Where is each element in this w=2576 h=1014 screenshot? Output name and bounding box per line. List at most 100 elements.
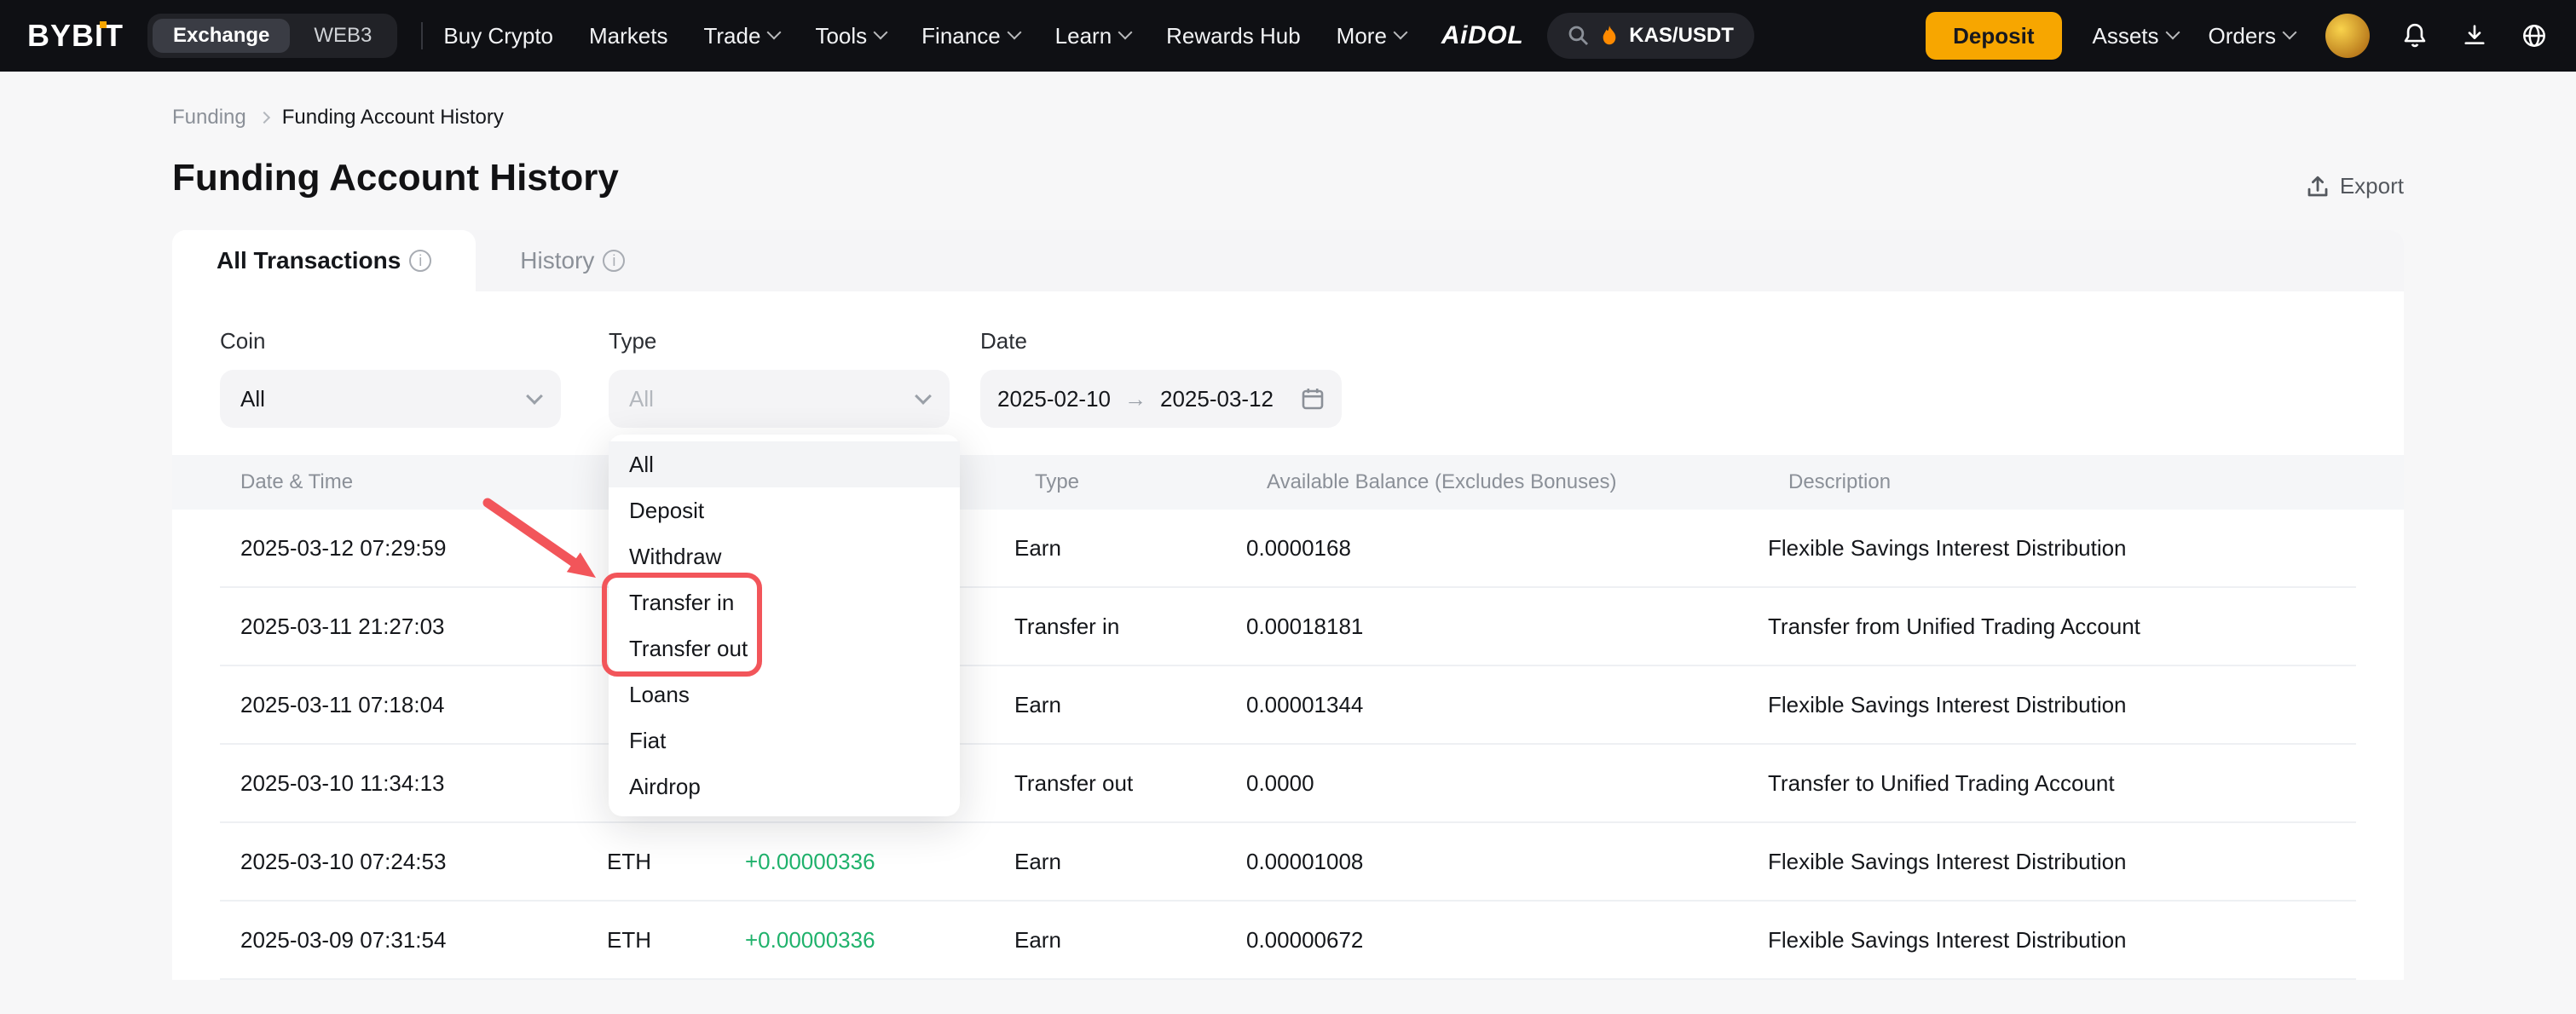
nav-right-cluster: Assets Orders <box>2093 14 2550 58</box>
tab-history[interactable]: History <box>476 230 669 291</box>
toggle-exchange[interactable]: Exchange <box>153 19 290 53</box>
table-row: 2025-03-10 07:24:53 ETH +0.00000336 Earn… <box>220 823 2356 902</box>
chevron-down-icon <box>767 26 782 40</box>
nav-buy-crypto[interactable]: Buy Crypto <box>443 23 553 49</box>
nav-orders[interactable]: Orders <box>2209 23 2295 49</box>
date-filter-group: Date 2025-02-10 → 2025-03-12 <box>980 326 1342 428</box>
cell-balance: 0.00001344 <box>1246 692 1768 718</box>
search-icon <box>1568 25 1590 47</box>
cell-balance: 0.00000672 <box>1246 927 1768 954</box>
type-dropdown-menu: All Deposit Withdraw Transfer in Transfe… <box>609 435 960 816</box>
cell-description: Flexible Savings Interest Distribution <box>1768 849 2356 875</box>
download-icon[interactable] <box>2460 21 2489 50</box>
date-range-input[interactable]: 2025-02-10 → 2025-03-12 <box>980 370 1342 428</box>
globe-language-icon[interactable] <box>2520 21 2549 50</box>
logo-accent-dot <box>100 21 107 28</box>
table-header-datetime: Date & Time <box>220 470 627 494</box>
exchange-web3-toggle: Exchange WEB3 <box>147 14 397 58</box>
chevron-down-icon <box>915 388 932 405</box>
table-row: 2025-03-09 07:31:54 ETH +0.00000336 Earn… <box>220 902 2356 980</box>
table-body: 2025-03-12 07:29:59 Earn 0.0000168 Flexi… <box>172 510 2404 980</box>
table-header-description: Description <box>1788 470 2356 494</box>
info-icon <box>409 250 431 272</box>
date-to-value: 2025-03-12 <box>1160 386 1274 412</box>
cell-datetime: 2025-03-12 07:29:59 <box>220 535 607 562</box>
aidol-logo[interactable]: AiDOL <box>1441 21 1523 50</box>
nav-trade[interactable]: Trade <box>703 23 779 49</box>
nav-markets[interactable]: Markets <box>589 23 667 49</box>
breadcrumb-current: Funding Account History <box>282 106 504 130</box>
cell-datetime: 2025-03-09 07:31:54 <box>220 927 607 954</box>
nav-tools[interactable]: Tools <box>815 23 886 49</box>
bybit-logo[interactable]: BYBIT <box>27 18 124 54</box>
cell-description: Transfer from Unified Trading Account <box>1768 614 2356 640</box>
bybit-logo-text: BYBIT <box>27 18 124 53</box>
deposit-button[interactable]: Deposit <box>1926 12 2061 60</box>
type-option-transfer-in[interactable]: Transfer in <box>609 579 960 625</box>
table-header-balance: Available Balance (Excludes Bonuses) <box>1267 470 1788 494</box>
screen: BYBIT Exchange WEB3 Buy Crypto Markets T… <box>0 0 2576 1014</box>
type-select-value: All <box>629 386 654 412</box>
table-row: 2025-03-12 07:29:59 Earn 0.0000168 Flexi… <box>220 510 2356 588</box>
chevron-down-icon <box>1007 26 1021 40</box>
funding-history-card: All Transactions History Coin All Type A… <box>172 230 2404 980</box>
type-option-fiat[interactable]: Fiat <box>609 717 960 763</box>
title-row: Funding Account History Export <box>0 157 2576 199</box>
search-input[interactable]: KAS/USDT <box>1547 13 1754 59</box>
type-select[interactable]: All <box>609 370 950 428</box>
export-icon <box>2306 175 2330 199</box>
chevron-down-icon <box>1118 26 1133 40</box>
toggle-web3[interactable]: WEB3 <box>293 19 392 53</box>
cell-description: Flexible Savings Interest Distribution <box>1768 535 2356 562</box>
date-range-arrow: → <box>1124 386 1146 412</box>
hot-pair-label: KAS/USDT <box>1629 24 1734 48</box>
tab-all-transactions[interactable]: All Transactions <box>172 230 476 291</box>
notifications-bell-icon[interactable] <box>2400 21 2429 50</box>
nav-finance[interactable]: Finance <box>921 23 1019 49</box>
type-option-loans[interactable]: Loans <box>609 671 960 717</box>
chevron-down-icon <box>2283 26 2297 40</box>
coin-select[interactable]: All <box>220 370 561 428</box>
cell-datetime: 2025-03-11 07:18:04 <box>220 692 607 718</box>
table-row: 2025-03-10 11:34:13 Transfer out 0.0000 … <box>220 745 2356 823</box>
cell-balance: 0.0000168 <box>1246 535 1768 562</box>
tabstrip: All Transactions History <box>172 230 2404 291</box>
chevron-down-icon <box>526 388 543 405</box>
coin-filter-label: Coin <box>220 326 561 356</box>
filters-row: Coin All Type All Date 2025-02-10 → 202 <box>172 291 2404 455</box>
page-title: Funding Account History <box>172 157 619 199</box>
nav-links: Buy Crypto Markets Trade Tools Finance L… <box>443 23 1406 49</box>
type-option-all[interactable]: All <box>609 441 960 487</box>
table-row: 2025-03-11 21:27:03 Transfer in 0.000181… <box>220 588 2356 666</box>
nav-assets[interactable]: Assets <box>2093 23 2178 49</box>
table-row: 2025-03-11 07:18:04 Earn 0.00001344 Flex… <box>220 666 2356 745</box>
cell-datetime: 2025-03-10 07:24:53 <box>220 849 607 875</box>
nav-learn[interactable]: Learn <box>1055 23 1131 49</box>
date-from-value: 2025-02-10 <box>997 386 1111 412</box>
nav-more[interactable]: More <box>1337 23 1406 49</box>
cell-balance: 0.00001008 <box>1246 849 1768 875</box>
cell-type: Transfer out <box>1014 770 1246 797</box>
nav-rewards-hub[interactable]: Rewards Hub <box>1166 23 1301 49</box>
coin-filter-group: Coin All <box>220 326 561 428</box>
cell-type: Transfer in <box>1014 614 1246 640</box>
calendar-icon[interactable] <box>1301 387 1325 411</box>
cell-description: Flexible Savings Interest Distribution <box>1768 927 2356 954</box>
chevron-right-icon <box>258 112 270 124</box>
export-label: Export <box>2340 173 2404 199</box>
cell-description: Transfer to Unified Trading Account <box>1768 770 2356 797</box>
cell-type: Earn <box>1014 535 1246 562</box>
top-navbar: BYBIT Exchange WEB3 Buy Crypto Markets T… <box>0 0 2576 72</box>
type-option-airdrop[interactable]: Airdrop <box>609 763 960 809</box>
cell-coin: ETH <box>607 927 745 954</box>
breadcrumb-funding[interactable]: Funding <box>172 106 246 130</box>
export-button[interactable]: Export <box>2306 173 2404 199</box>
avatar[interactable] <box>2325 14 2370 58</box>
type-option-withdraw[interactable]: Withdraw <box>609 533 960 579</box>
cell-amount: +0.00000336 <box>745 927 1014 954</box>
cell-type: Earn <box>1014 692 1246 718</box>
chevron-down-icon <box>874 26 888 40</box>
type-option-transfer-out[interactable]: Transfer out <box>609 625 960 671</box>
type-option-deposit[interactable]: Deposit <box>609 487 960 533</box>
type-filter-label: Type <box>609 326 950 356</box>
